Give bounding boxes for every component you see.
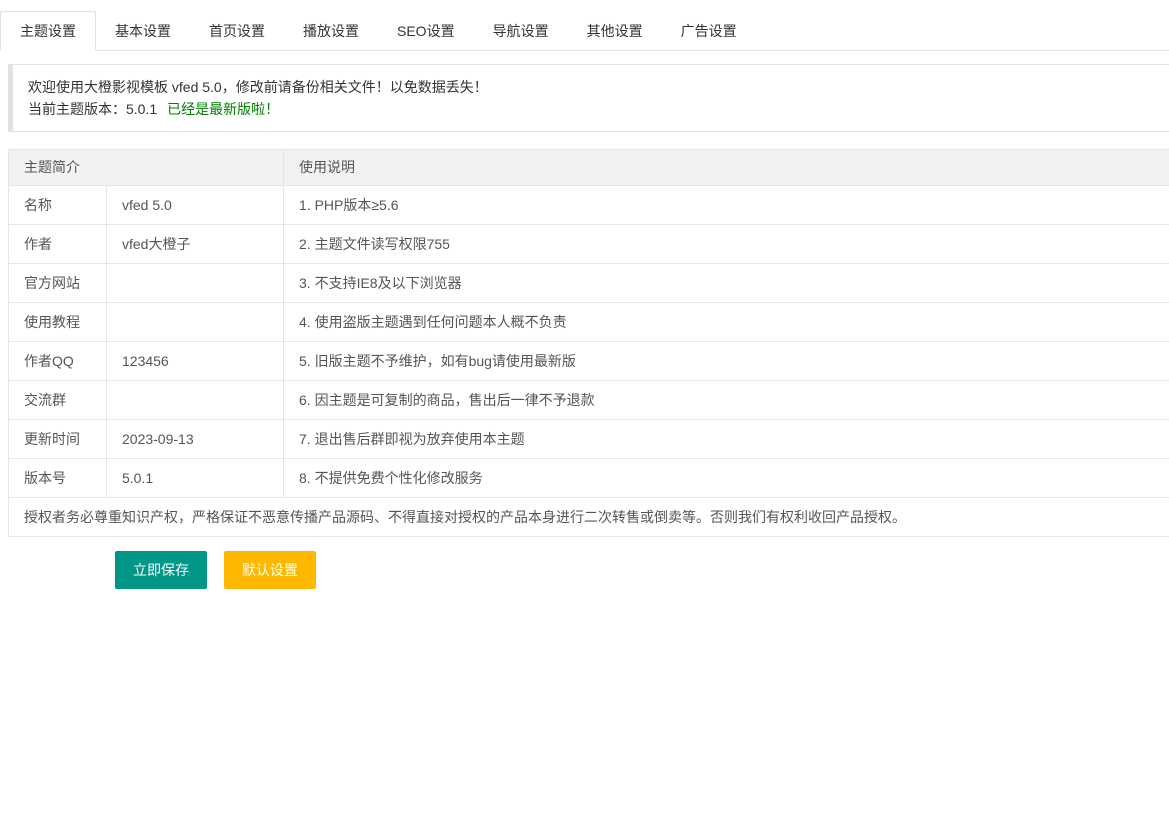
settings-tab-bar: 主题设置基本设置首页设置播放设置SEO设置导航设置其他设置广告设置 bbox=[0, 11, 1169, 51]
tab-player-settings[interactable]: 播放设置 bbox=[284, 11, 378, 51]
notice-line-1: 欢迎使用大橙影视模板 vfed 5.0，修改前请备份相关文件！以免数据丢失！ bbox=[28, 76, 1169, 98]
row-label: 官方网站 bbox=[9, 264, 107, 303]
current-version-label: 当前主题版本： bbox=[28, 101, 126, 117]
row-label: 作者QQ bbox=[9, 342, 107, 381]
row-value: 5.0.1 bbox=[107, 459, 284, 498]
tab-basic-settings[interactable]: 基本设置 bbox=[96, 11, 190, 51]
license-row: 授权者务必尊重知识产权，严格保证不恶意传播产品源码、不得直接对授权的产品本身进行… bbox=[9, 498, 1169, 537]
row-label: 更新时间 bbox=[9, 420, 107, 459]
table-row: 作者QQ1234565. 旧版主题不予维护，如有bug请使用最新版 bbox=[9, 342, 1169, 381]
table-row: 更新时间2023-09-137. 退出售后群即视为放弃使用本主题 bbox=[9, 420, 1169, 459]
row-usage-note: 6. 因主题是可复制的商品，售出后一律不予退款 bbox=[284, 381, 1169, 420]
theme-settings-page: 主题设置基本设置首页设置播放设置SEO设置导航设置其他设置广告设置 欢迎使用大橙… bbox=[0, 11, 1169, 589]
latest-version-status: 已经是最新版啦！ bbox=[167, 101, 279, 117]
notice-line-2: 当前主题版本：5.0.1 已经是最新版啦！ bbox=[28, 98, 1169, 120]
tab-seo-settings[interactable]: SEO设置 bbox=[378, 11, 474, 51]
table-row: 使用教程 4. 使用盗版主题遇到任何问题本人概不负责 bbox=[9, 303, 1169, 342]
row-value bbox=[107, 264, 284, 303]
tab-ad-settings[interactable]: 广告设置 bbox=[662, 11, 756, 51]
table-row: 名称vfed 5.01. PHP版本≥5.6 bbox=[9, 186, 1169, 225]
row-value: 2023-09-13 bbox=[107, 420, 284, 459]
welcome-notice: 欢迎使用大橙影视模板 vfed 5.0，修改前请备份相关文件！以免数据丢失！ 当… bbox=[8, 64, 1169, 132]
row-label: 交流群 bbox=[9, 381, 107, 420]
row-label: 名称 bbox=[9, 186, 107, 225]
license-text: 授权者务必尊重知识产权，严格保证不恶意传播产品源码、不得直接对授权的产品本身进行… bbox=[9, 498, 1169, 537]
row-value bbox=[107, 303, 284, 342]
row-label: 作者 bbox=[9, 225, 107, 264]
table-row: 作者vfed大橙子2. 主题文件读写权限755 bbox=[9, 225, 1169, 264]
theme-info-table: 主题简介 使用说明 名称vfed 5.01. PHP版本≥5.6作者vfed大橙… bbox=[8, 149, 1169, 537]
row-label: 版本号 bbox=[9, 459, 107, 498]
row-usage-note: 5. 旧版主题不予维护，如有bug请使用最新版 bbox=[284, 342, 1169, 381]
tab-home-settings[interactable]: 首页设置 bbox=[190, 11, 284, 51]
default-settings-button[interactable]: 默认设置 bbox=[224, 551, 316, 589]
row-usage-note: 1. PHP版本≥5.6 bbox=[284, 186, 1169, 225]
current-version-value: 5.0.1 bbox=[126, 101, 157, 117]
row-label: 使用教程 bbox=[9, 303, 107, 342]
row-value: vfed 5.0 bbox=[107, 186, 284, 225]
table-header-row: 主题简介 使用说明 bbox=[9, 150, 1169, 186]
row-value bbox=[107, 381, 284, 420]
row-usage-note: 3. 不支持IE8及以下浏览器 bbox=[284, 264, 1169, 303]
tab-nav-settings[interactable]: 导航设置 bbox=[474, 11, 568, 51]
row-value: vfed大橙子 bbox=[107, 225, 284, 264]
row-value: 123456 bbox=[107, 342, 284, 381]
header-usage-notes: 使用说明 bbox=[284, 150, 1169, 186]
row-usage-note: 8. 不提供免费个性化修改服务 bbox=[284, 459, 1169, 498]
tab-other-settings[interactable]: 其他设置 bbox=[568, 11, 662, 51]
save-button[interactable]: 立即保存 bbox=[115, 551, 207, 589]
table-row: 版本号5.0.18. 不提供免费个性化修改服务 bbox=[9, 459, 1169, 498]
row-usage-note: 7. 退出售后群即视为放弃使用本主题 bbox=[284, 420, 1169, 459]
table-row: 交流群 6. 因主题是可复制的商品，售出后一律不予退款 bbox=[9, 381, 1169, 420]
table-row: 官方网站 3. 不支持IE8及以下浏览器 bbox=[9, 264, 1169, 303]
row-usage-note: 4. 使用盗版主题遇到任何问题本人概不负责 bbox=[284, 303, 1169, 342]
tab-theme-settings[interactable]: 主题设置 bbox=[0, 11, 96, 51]
header-theme-intro: 主题简介 bbox=[9, 150, 284, 186]
row-usage-note: 2. 主题文件读写权限755 bbox=[284, 225, 1169, 264]
form-actions: 立即保存 默认设置 bbox=[115, 551, 1169, 589]
